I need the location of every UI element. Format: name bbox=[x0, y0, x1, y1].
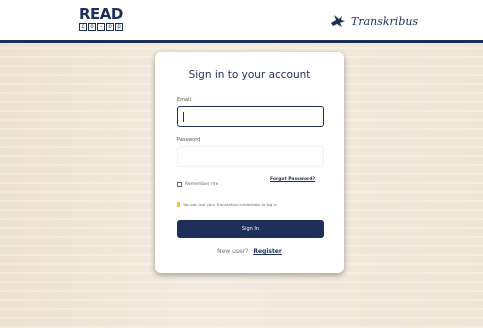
page-title: Sign in to your account bbox=[188, 69, 311, 81]
credentials-info-text: You can use your Transkribus credentials… bbox=[183, 202, 277, 207]
read-logo-letters: c o - o p bbox=[79, 23, 125, 31]
login-card: Sign in to your account Email Password F… bbox=[155, 52, 344, 273]
transkribus-logo-word: Transkribus bbox=[351, 14, 419, 28]
read-coop-logo[interactable]: READ c o - o p bbox=[79, 7, 125, 33]
email-field[interactable] bbox=[177, 106, 324, 127]
read-logo-letter: o bbox=[106, 23, 114, 31]
read-logo-letter: - bbox=[97, 23, 105, 31]
bird-icon bbox=[331, 15, 345, 27]
sign-in-button[interactable]: Sign In bbox=[177, 220, 324, 238]
info-bar-icon bbox=[177, 202, 180, 207]
password-field[interactable] bbox=[177, 146, 324, 167]
email-label: Email bbox=[177, 97, 191, 103]
new-user-text: New user? bbox=[217, 248, 249, 255]
read-logo-letter: o bbox=[88, 23, 96, 31]
remember-me-checkbox[interactable] bbox=[177, 182, 182, 187]
credentials-info: You can use your Transkribus credentials… bbox=[177, 202, 277, 207]
register-link[interactable]: Register bbox=[253, 248, 282, 255]
forgot-password-link[interactable]: Forgot Password? bbox=[270, 177, 315, 182]
remember-me-option[interactable]: Remember me bbox=[177, 182, 218, 187]
text-caret bbox=[183, 112, 184, 122]
read-logo-letter: p bbox=[115, 23, 123, 31]
remember-me-label: Remember me bbox=[185, 182, 219, 187]
read-logo-word: READ bbox=[79, 5, 123, 23]
transkribus-logo[interactable]: Transkribus bbox=[330, 11, 418, 31]
read-logo-letter: c bbox=[79, 23, 87, 31]
register-prompt: New user? Register bbox=[155, 248, 344, 255]
password-label: Password bbox=[177, 137, 201, 143]
header-bar: READ c o - o p Transkribus bbox=[0, 0, 483, 40]
